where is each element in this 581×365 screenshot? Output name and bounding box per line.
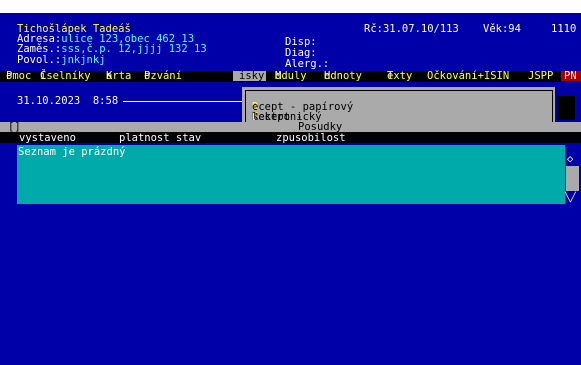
menu-bar: Pomoc Číselníky Karta Pozvání isky Modul… bbox=[0, 71, 581, 82]
right-shadow-block bbox=[557, 96, 575, 120]
posudky-item[interactable]: Posudky bbox=[298, 122, 342, 133]
list-title-strip: [] Posudky bbox=[0, 122, 581, 132]
employer-line: Zaměs.:sss,č.p. 12,jjjj 132 13 bbox=[17, 43, 207, 55]
birth-number: Rč:31.07.10/113 bbox=[364, 23, 459, 35]
current-datetime: 31.10.2023 8:58 bbox=[17, 95, 119, 107]
col-zpusobilost[interactable]: zpusobilost bbox=[276, 133, 346, 144]
scroll-thumb[interactable] bbox=[566, 166, 579, 191]
occupation-line: Povol.:jnkjnkj bbox=[17, 54, 106, 66]
menu-jspp[interactable]: JSPP bbox=[528, 71, 553, 82]
menu-pn[interactable]: PN bbox=[561, 71, 581, 81]
column-header-row: vystaveno platnost stav zpusobilost bbox=[0, 132, 581, 143]
age: Věk:94 bbox=[483, 23, 521, 35]
menu-ockovani-isin[interactable]: Očkování+ISIN bbox=[427, 71, 509, 82]
disp-label: Disp: bbox=[285, 36, 317, 48]
col-vystaveno[interactable]: vystaveno bbox=[19, 133, 76, 144]
scroll-down-icon[interactable]: ╲╱ bbox=[565, 193, 576, 203]
alerg-label: Alerg.: bbox=[285, 58, 330, 70]
scroll-up-icon[interactable]: ◇ bbox=[567, 154, 573, 165]
empty-list-message: Seznam je prázdný bbox=[18, 146, 126, 158]
documents-list[interactable]: Seznam je prázdný bbox=[17, 145, 565, 204]
record-code: 1110 bbox=[551, 23, 577, 35]
menu-tisky[interactable]: isky bbox=[233, 71, 267, 81]
col-platnost-stav[interactable]: platnost stav bbox=[119, 133, 201, 144]
datetime-separator bbox=[123, 101, 242, 102]
diag-label: Diag: bbox=[285, 47, 317, 59]
strip-bracket: [] bbox=[8, 121, 21, 133]
